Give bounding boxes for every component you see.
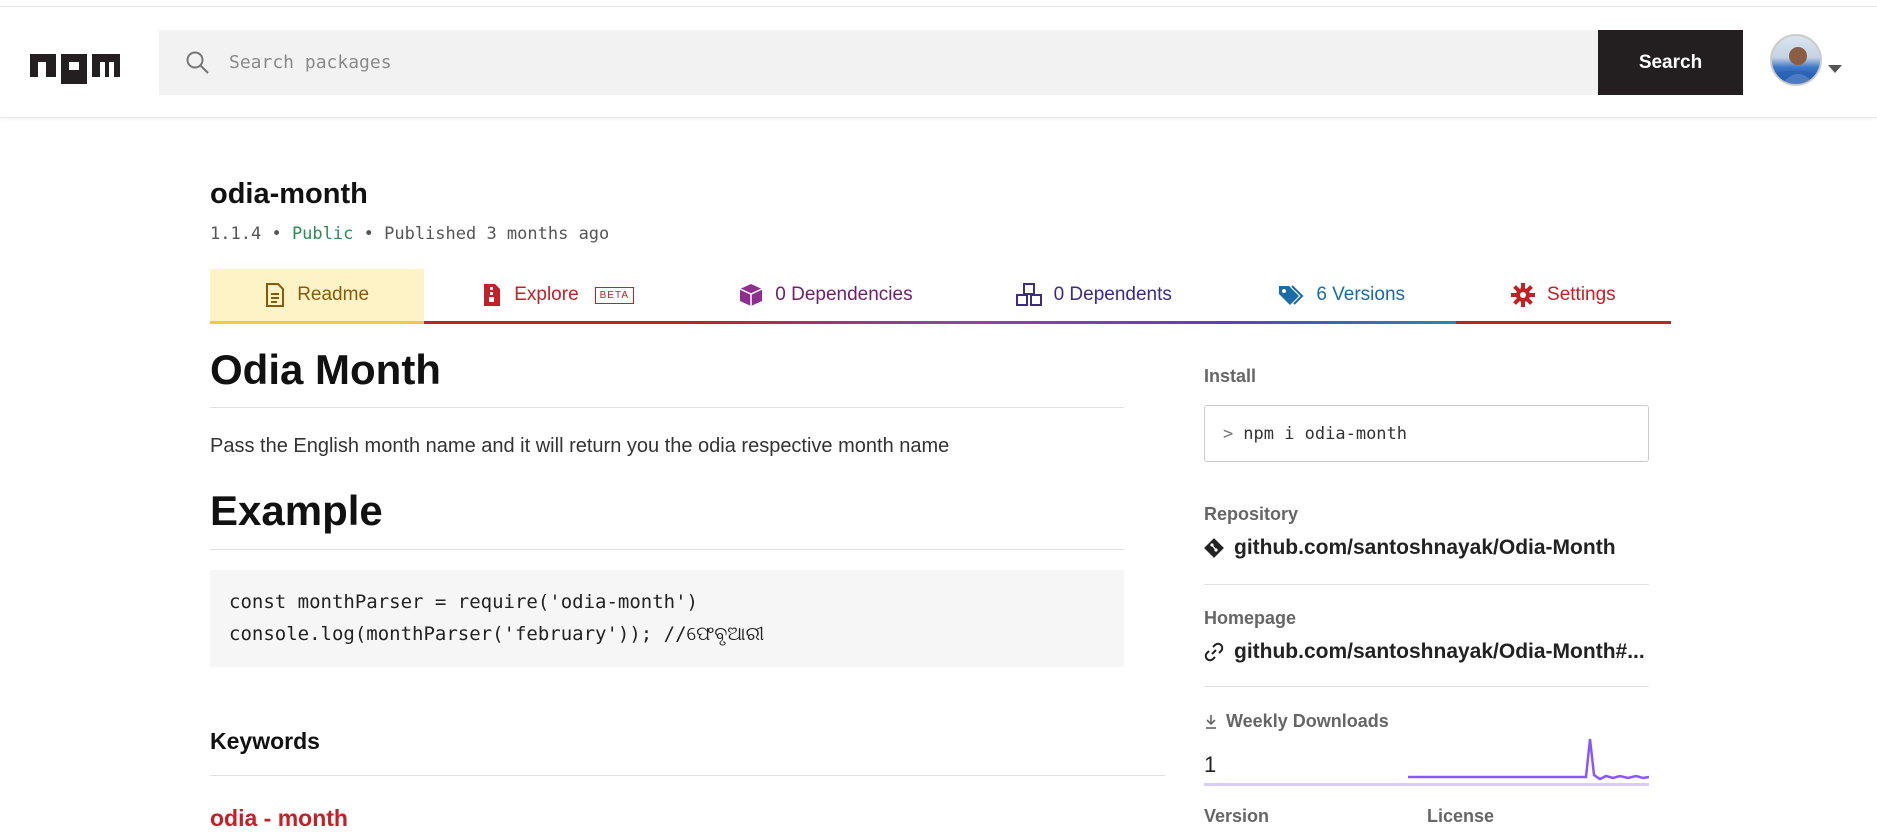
- package-version: 1.1.4: [210, 224, 262, 244]
- tags-icon: [1279, 285, 1304, 305]
- homepage-label: Homepage: [1204, 608, 1297, 628]
- download-icon: [1206, 714, 1216, 729]
- readme-description: Pass the English month name and it will …: [210, 435, 950, 457]
- search-button[interactable]: Search: [1598, 30, 1743, 95]
- code-line: console.log(monthParser('february')); //…: [229, 623, 765, 645]
- avatar[interactable]: [1770, 34, 1822, 86]
- search-bar: [159, 30, 1598, 95]
- homepage-link[interactable]: github.com/santoshnayak/Odia-Month#...: [1204, 640, 1645, 664]
- sparkline-baseline: [1204, 783, 1649, 786]
- downloads-count: 1: [1204, 752, 1217, 777]
- divider: [210, 549, 1124, 550]
- keyword-link[interactable]: odia - month: [210, 805, 348, 832]
- install-label: Install: [1204, 366, 1257, 386]
- git-icon: [1204, 538, 1224, 558]
- repository-link[interactable]: github.com/santoshnayak/Odia-Month: [1204, 536, 1616, 560]
- divider: [210, 407, 1124, 408]
- site-header: Search: [0, 7, 1877, 118]
- boxes-icon: [1015, 283, 1042, 306]
- package-meta: 1.1.4 • Public • Published 3 months ago: [210, 224, 610, 244]
- npm-logo[interactable]: [30, 50, 120, 89]
- divider: [1204, 584, 1649, 585]
- license-label: License: [1427, 806, 1495, 826]
- keywords-heading: Keywords: [210, 728, 320, 754]
- package-name: odia-month: [210, 178, 368, 210]
- repository-label: Repository: [1204, 504, 1299, 524]
- published-time: Published 3 months ago: [384, 224, 610, 244]
- chevron-down-icon[interactable]: [1828, 65, 1842, 73]
- box-icon: [739, 284, 763, 306]
- tab-explore[interactable]: Explore BETA: [424, 269, 693, 324]
- package-tabs: Readme Explore BETA 0 Dependencies 0 Dep…: [210, 269, 1671, 324]
- beta-badge: BETA: [594, 286, 635, 304]
- code-line: const monthParser = require('odia-month'…: [229, 591, 698, 613]
- downloads-sparkline: [1408, 738, 1649, 781]
- gear-icon: [1511, 283, 1536, 307]
- tab-dependencies[interactable]: 0 Dependencies: [692, 269, 960, 324]
- tab-readme[interactable]: Readme: [210, 269, 425, 324]
- divider: [1204, 686, 1649, 687]
- search-input[interactable]: [227, 51, 1531, 74]
- tab-settings[interactable]: Settings: [1455, 269, 1671, 324]
- search-icon: [186, 51, 209, 74]
- link-icon: [1204, 642, 1224, 662]
- example-heading: Example: [210, 487, 383, 534]
- tab-dependents[interactable]: 0 Dependents: [959, 269, 1228, 324]
- version-label: Version: [1204, 806, 1270, 826]
- tab-versions[interactable]: 6 Versions: [1227, 269, 1456, 324]
- file-zip-icon: [484, 284, 501, 306]
- install-command[interactable]: > npm i odia-month: [1204, 405, 1649, 462]
- divider: [210, 775, 1165, 776]
- visibility-badge: Public: [291, 224, 354, 244]
- document-icon: [266, 283, 285, 307]
- prompt-icon: >: [1223, 423, 1234, 444]
- readme-title: Odia Month: [210, 346, 441, 393]
- code-block: const monthParser = require('odia-month'…: [210, 570, 1124, 667]
- weekly-downloads-label: Weekly Downloads: [1204, 711, 1389, 732]
